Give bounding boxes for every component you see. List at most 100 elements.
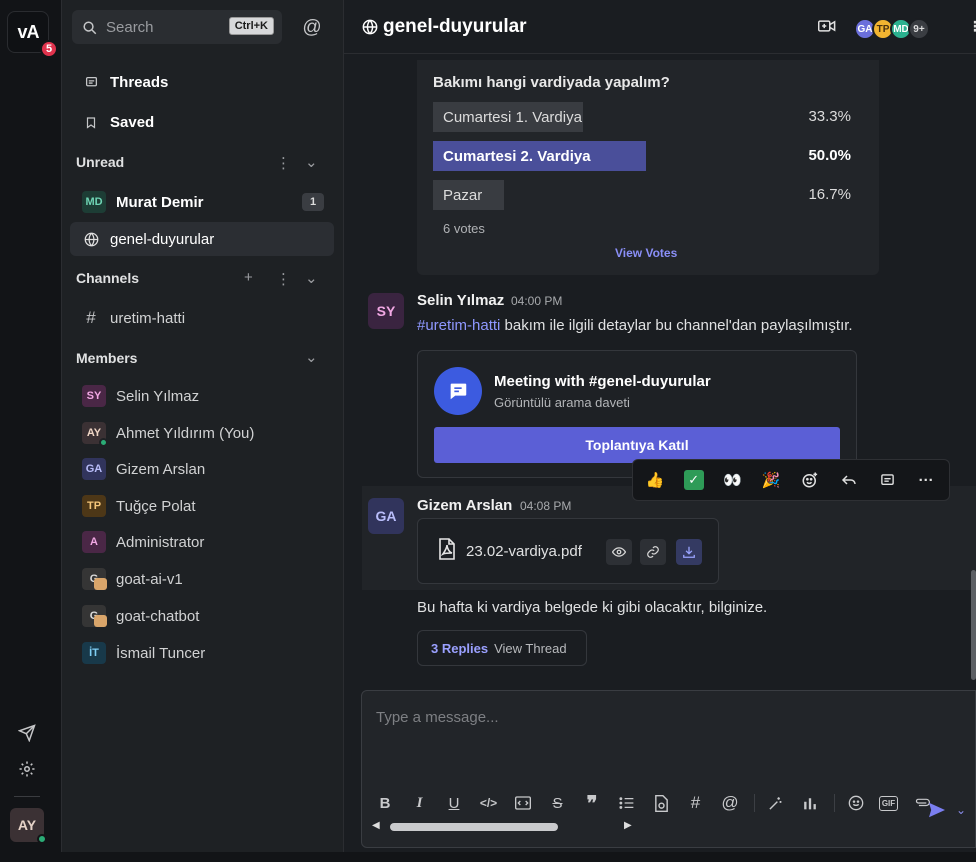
italic-icon[interactable]: I: [409, 792, 431, 814]
mention-icon[interactable]: @: [719, 792, 741, 814]
sidebar-item-saved[interactable]: Saved: [70, 105, 334, 139]
thread-icon[interactable]: [872, 465, 904, 495]
join-meeting-button[interactable]: Toplantıya Katıl: [434, 427, 840, 463]
globe-icon: [362, 19, 378, 35]
poll-option[interactable]: Pazar: [433, 180, 504, 210]
channels-header[interactable]: Channels: [76, 270, 139, 286]
sidebar-item-threads[interactable]: Threads: [70, 65, 334, 99]
send-button[interactable]: ⌄: [922, 797, 972, 823]
add-channel-icon[interactable]: +: [244, 269, 253, 286]
poll-percent: 33.3%: [808, 108, 851, 125]
message-composer[interactable]: Type a message... B I U </> S ❞ # @ GIF …: [361, 690, 976, 848]
thumbs-up-icon[interactable]: 👍: [639, 465, 671, 495]
channel-header: genel-duyurular GA TP MD 9+ ⋮: [344, 0, 976, 54]
message-author[interactable]: Gizem Arslan: [417, 497, 512, 514]
message-time: 04:00 PM: [511, 294, 563, 308]
send-icon[interactable]: [16, 722, 38, 744]
scroll-left-icon[interactable]: ◀: [372, 820, 380, 831]
attach-file-icon[interactable]: [650, 792, 672, 814]
message-body: bakım ile ilgili detaylar bu channel'dan…: [500, 317, 853, 334]
avatar: İT: [82, 642, 106, 664]
poll-icon[interactable]: [799, 792, 821, 814]
poll-option[interactable]: Cumartesi 2. Vardiya: [433, 141, 646, 171]
party-icon[interactable]: 🎉: [755, 465, 787, 495]
quote-icon[interactable]: ❞: [581, 792, 603, 815]
sidebar-item-genel-duyurular[interactable]: genel-duyurular: [70, 222, 334, 256]
bot-icon: [94, 615, 107, 627]
link-icon[interactable]: [640, 539, 666, 565]
avatar[interactable]: SY: [368, 293, 404, 329]
avatar[interactable]: GA: [368, 498, 404, 534]
hash-icon[interactable]: #: [685, 792, 707, 814]
file-attachment[interactable]: 23.02-vardiya.pdf: [417, 518, 719, 584]
search-icon: [82, 20, 97, 35]
list-icon[interactable]: [616, 792, 638, 814]
member-selin-yilmaz[interactable]: SY Selin Yılmaz: [70, 379, 334, 413]
poll-option-label: Cumartesi 2. Vardiya: [443, 147, 591, 165]
poll-option-label: Cumartesi 1. Vardiya: [443, 108, 582, 126]
sidebar-item-label: uretim-hatti: [110, 309, 186, 327]
poll-percent: 50.0%: [808, 147, 851, 164]
member-name: Ahmet Yıldırım (You): [116, 424, 255, 442]
add-reaction-icon[interactable]: [794, 465, 826, 495]
message-scrollbar[interactable]: [971, 570, 976, 680]
kebab-icon[interactable]: ⋮: [276, 270, 291, 288]
emoji-icon[interactable]: [845, 792, 867, 814]
chevron-down-icon[interactable]: ⌄: [305, 348, 318, 366]
kebab-icon[interactable]: ⋮: [276, 154, 291, 172]
gif-icon[interactable]: GIF: [879, 795, 898, 811]
channel-member-avatars[interactable]: GA TP MD 9+: [854, 18, 930, 40]
chevron-down-icon[interactable]: ⌄: [956, 803, 966, 817]
video-call-icon[interactable]: [817, 19, 836, 36]
check-icon[interactable]: ✓: [683, 470, 704, 490]
member-tugce-polat[interactable]: TP Tuğçe Polat: [70, 489, 334, 523]
view-votes-link[interactable]: View Votes: [615, 246, 677, 260]
magic-wand-icon[interactable]: [765, 792, 787, 814]
reply-icon[interactable]: [833, 465, 865, 495]
member-goat-ai-v1[interactable]: G goat-ai-v1: [70, 562, 334, 596]
sidebar-item-murat-demir[interactable]: MD Murat Demir 1: [70, 185, 334, 219]
mentions-icon[interactable]: @: [300, 16, 324, 40]
sidebar-item-uretim-hatti[interactable]: # uretim-hatti: [70, 301, 334, 335]
download-icon[interactable]: [676, 539, 702, 565]
message-author[interactable]: Selin Yılmaz: [417, 292, 504, 309]
more-icon[interactable]: ···: [910, 465, 942, 495]
kebab-icon[interactable]: ⋮: [968, 18, 976, 35]
scroll-right-icon[interactable]: ▶: [624, 820, 632, 831]
bot-icon: [94, 578, 107, 590]
underline-icon[interactable]: U: [443, 792, 465, 814]
member-gizem-arslan[interactable]: GA Gizem Arslan: [70, 452, 334, 486]
channel-view: genel-duyurular GA TP MD 9+ ⋮ Bakımı han…: [344, 0, 976, 862]
bookmark-icon: [82, 116, 100, 129]
poll-vote-count: 6 votes: [443, 221, 485, 236]
member-administrator[interactable]: A Administrator: [70, 525, 334, 559]
code-block-icon[interactable]: [512, 792, 534, 814]
chevron-down-icon[interactable]: ⌄: [305, 269, 318, 287]
member-ismail-tuncer[interactable]: İT İsmail Tuncer: [70, 636, 334, 670]
channel-mention-link[interactable]: #uretim-hatti: [417, 317, 500, 334]
search-input[interactable]: Search Ctrl+K: [72, 10, 282, 44]
poll-option[interactable]: Cumartesi 1. Vardiya: [433, 102, 583, 132]
member-ahmet-yildirim[interactable]: AY Ahmet Yıldırım (You): [70, 416, 334, 450]
members-header[interactable]: Members: [76, 350, 137, 366]
avatar: MD: [82, 191, 106, 213]
hash-icon: #: [86, 308, 96, 327]
reply-count: 3 Replies: [431, 640, 489, 656]
avatar: TP: [82, 495, 106, 517]
bold-icon[interactable]: B: [374, 792, 396, 814]
thread-replies-button[interactable]: 3 Replies View Thread: [417, 630, 587, 666]
gear-icon[interactable]: [16, 758, 38, 780]
eyes-icon[interactable]: 👀: [717, 465, 749, 495]
strikethrough-icon[interactable]: S: [547, 792, 569, 814]
member-goat-chatbot[interactable]: G goat-chatbot: [70, 599, 334, 633]
toolbar-scrollbar[interactable]: ◀ ▶: [372, 819, 634, 833]
eye-icon[interactable]: [606, 539, 632, 565]
message-input[interactable]: Type a message...: [376, 709, 499, 726]
chevron-down-icon[interactable]: ⌄: [305, 153, 318, 171]
code-icon[interactable]: </>: [478, 792, 500, 814]
channel-title[interactable]: genel-duyurular: [362, 16, 527, 38]
unread-header[interactable]: Unread: [76, 154, 124, 170]
sidebar-item-label: Saved: [110, 113, 155, 131]
scrollbar-thumb[interactable]: [390, 823, 558, 831]
sidebar-item-label: genel-duyurular: [110, 230, 215, 248]
